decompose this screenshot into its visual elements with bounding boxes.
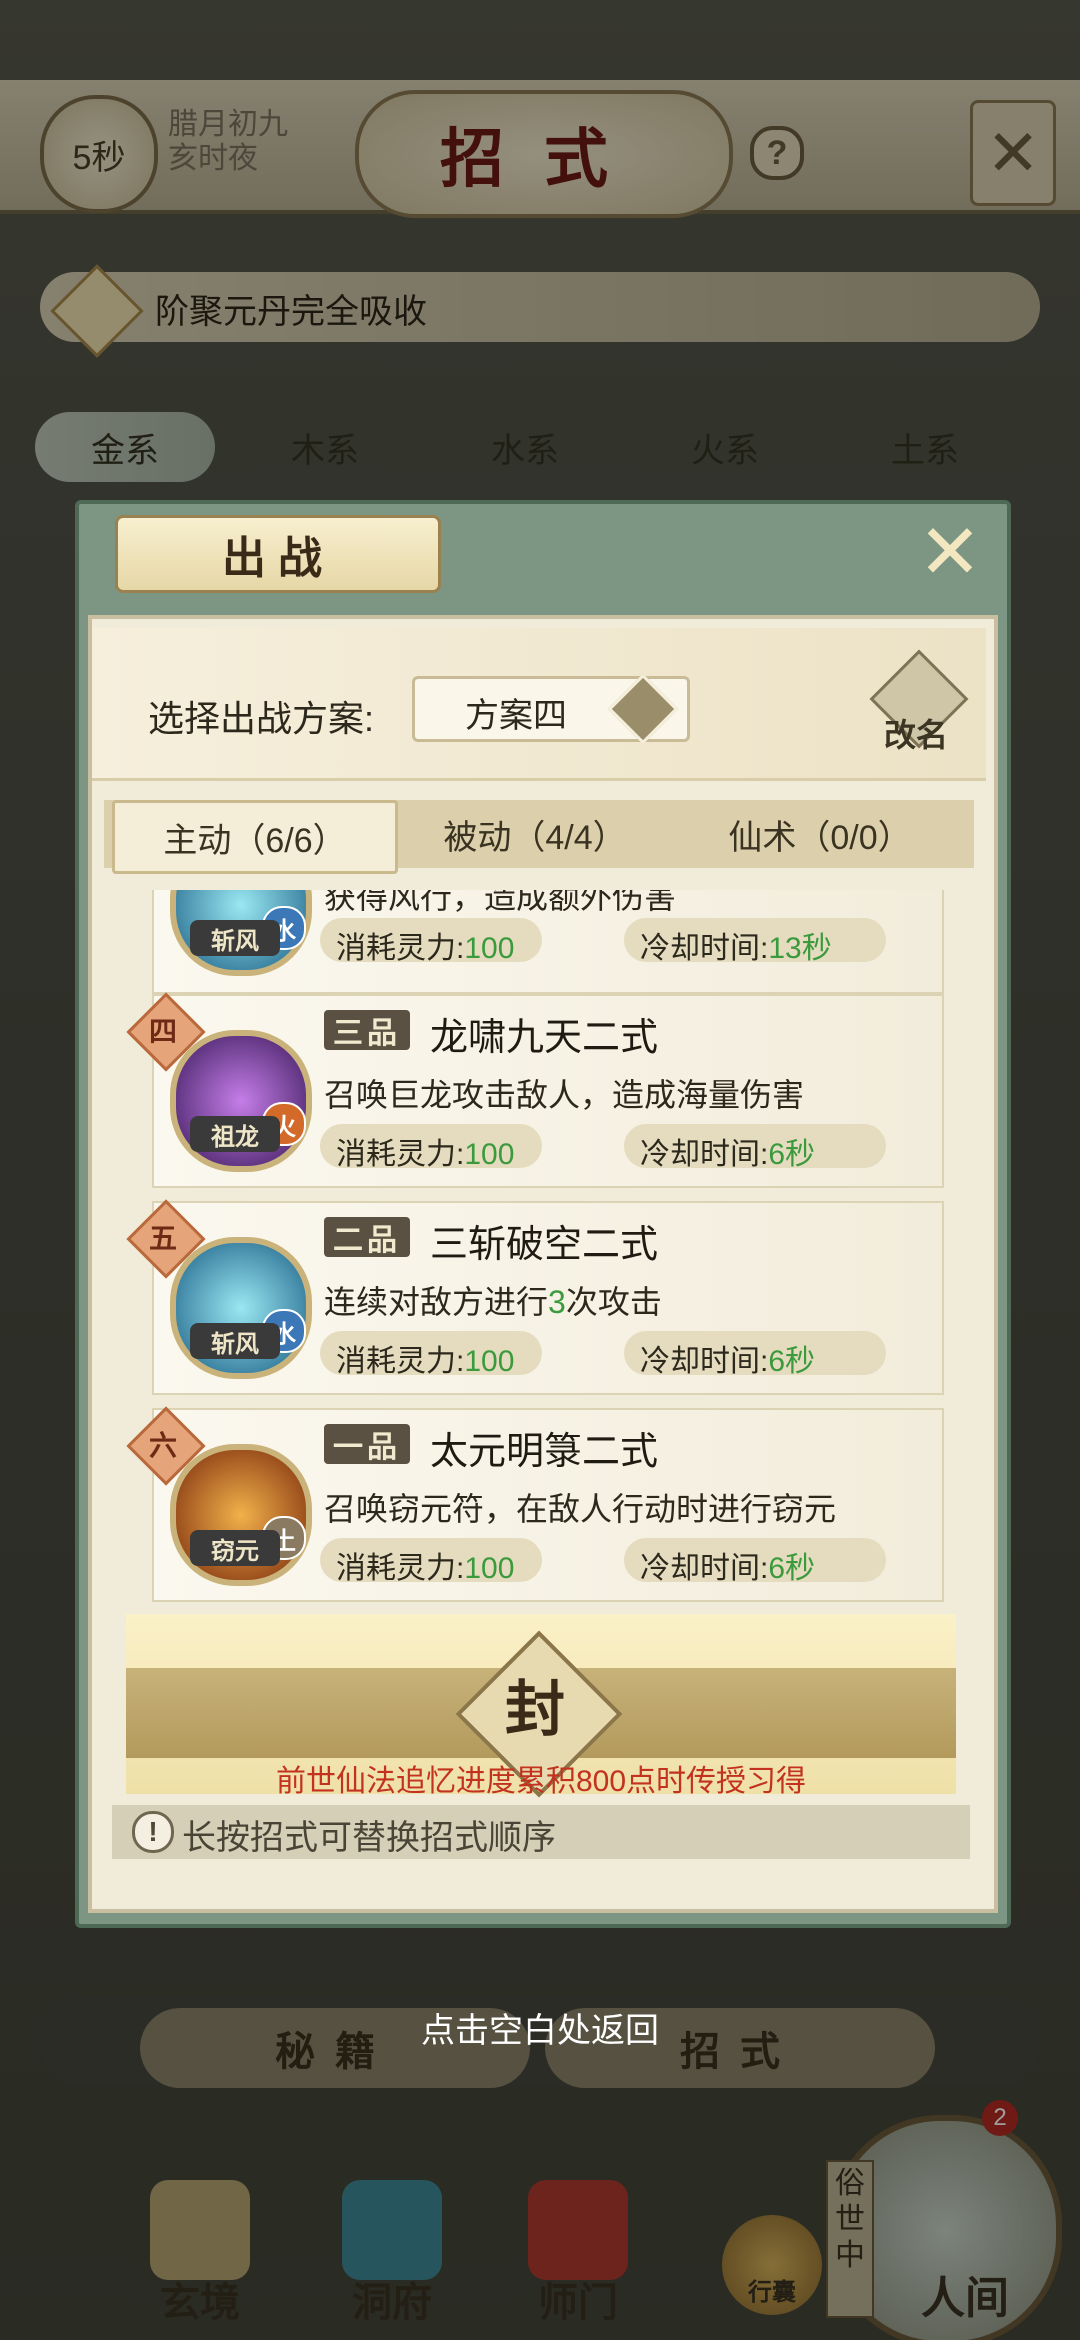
cooldown: 冷却时间:6秒 bbox=[640, 1138, 816, 1171]
rank-tag: 三品 bbox=[324, 1010, 410, 1051]
tab-passive-skills[interactable]: 被动（4/4） bbox=[395, 800, 675, 868]
rename-label: 改名 bbox=[883, 716, 948, 754]
skill-icon-label: 窃元 bbox=[190, 1530, 280, 1566]
skill-description: 获得风行，造成额外伤害 bbox=[324, 890, 677, 915]
slot-number: 四 bbox=[148, 1015, 177, 1048]
cooldown: 冷却时间:13秒 bbox=[640, 932, 832, 965]
mana-cost: 消耗灵力:100 bbox=[336, 1345, 515, 1378]
game-screen: 5秒 腊月初九 亥时夜 招式 ? ✕ 阶聚元丹完全吸收 金系 木系 水系 火系 … bbox=[0, 0, 1080, 2340]
tab-active-skills[interactable]: 主动（6/6） bbox=[112, 800, 398, 874]
hint-text: 长按招式可替换招式顺序 bbox=[182, 1819, 556, 1857]
exclamation-icon: ! bbox=[132, 1811, 174, 1853]
mana-cost: 消耗灵力:100 bbox=[336, 932, 515, 965]
skill-name: 太元明箓二式 bbox=[430, 1431, 659, 1473]
rank-tag: 一品 bbox=[324, 1424, 410, 1465]
tab-immortal-arts[interactable]: 仙术（0/0） bbox=[680, 800, 960, 868]
slot-number: 六 bbox=[148, 1429, 177, 1462]
modal-title: 出战 bbox=[115, 515, 441, 593]
mana-cost: 消耗灵力:100 bbox=[336, 1138, 515, 1171]
sealed-unlock-text: 前世仙法追忆进度累积800点时传授习得 bbox=[275, 1765, 807, 1798]
skill-name: 三斩破空二式 bbox=[430, 1224, 659, 1266]
skill-icon-label: 斩风 bbox=[190, 920, 280, 956]
skill-list: 水 斩风 获得风行，造成额外伤害 消耗灵力:100 冷却时间:13秒 四 火 祖… bbox=[92, 890, 986, 1602]
slot-number: 五 bbox=[148, 1222, 177, 1255]
mana-cost: 消耗灵力:100 bbox=[336, 1552, 515, 1585]
skill-icon-label: 祖龙 bbox=[190, 1116, 280, 1152]
skill-name: 龙啸九天二式 bbox=[430, 1017, 659, 1059]
plan-label: 选择出战方案: bbox=[148, 698, 375, 739]
skill-description: 召唤窃元符，在敌人行动时进行窃元 bbox=[324, 1491, 837, 1527]
skill-icon-label: 斩风 bbox=[190, 1323, 280, 1359]
cooldown: 冷却时间:6秒 bbox=[640, 1552, 816, 1585]
cooldown: 冷却时间:6秒 bbox=[640, 1345, 816, 1378]
seal-character: 封 bbox=[505, 1675, 565, 1745]
skill-description: 连续对敌方进行3次攻击 bbox=[324, 1284, 662, 1320]
skill-description: 召唤巨龙攻击敌人，造成海量伤害 bbox=[324, 1077, 805, 1113]
tap-blank-to-return-hint: 点击空白处返回 bbox=[421, 2012, 659, 2050]
plan-value: 方案四 bbox=[465, 697, 567, 735]
close-icon[interactable]: ✕ bbox=[912, 515, 988, 591]
rank-tag: 二品 bbox=[324, 1217, 410, 1258]
rename-button[interactable]: 改名 bbox=[868, 649, 969, 756]
